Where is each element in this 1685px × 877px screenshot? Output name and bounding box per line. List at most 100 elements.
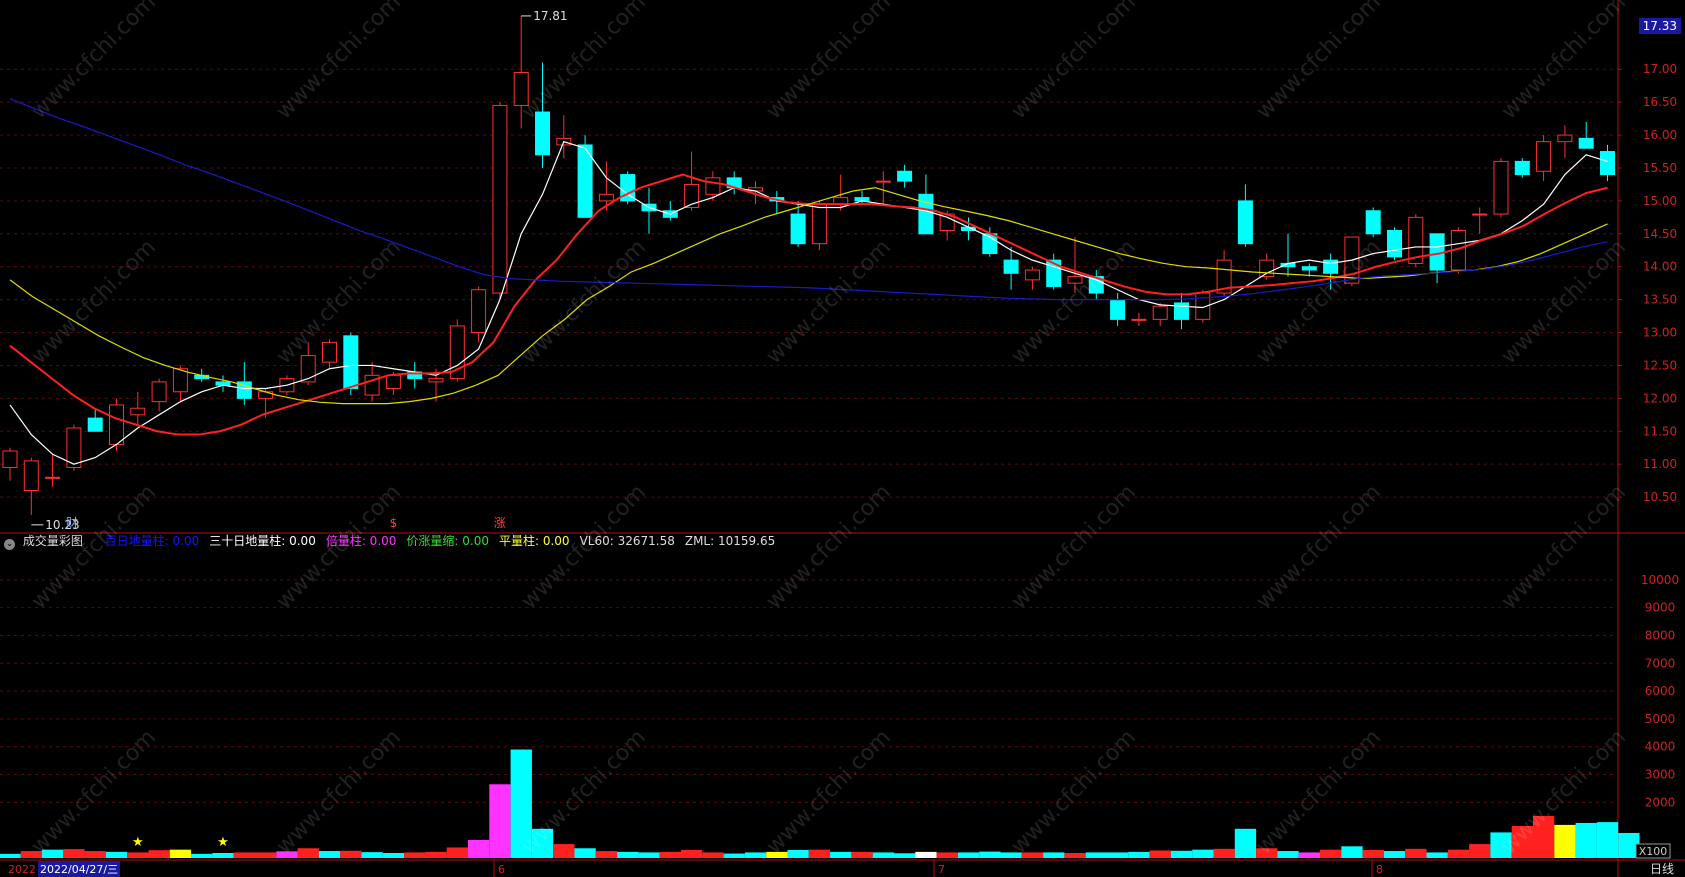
period-label: 日线	[1650, 862, 1674, 876]
volume-bar	[510, 749, 532, 858]
candle-body	[385, 374, 401, 389]
candle	[1536, 135, 1552, 182]
volume-bar	[638, 852, 660, 858]
candle	[1365, 207, 1381, 238]
candle	[130, 391, 146, 425]
volume-bar	[1490, 832, 1512, 858]
volume-tick-label: 4000	[1645, 740, 1676, 754]
volume-bar	[531, 828, 554, 858]
volume-bar	[212, 852, 234, 858]
volume-bar	[255, 852, 277, 858]
candle	[1046, 253, 1062, 290]
volume-bar	[105, 851, 128, 858]
candle	[875, 171, 891, 205]
month-label: 6	[498, 863, 505, 876]
volume-tick-label: 5000	[1645, 712, 1676, 726]
volume-bar	[1426, 852, 1448, 858]
candle-body	[322, 341, 337, 363]
candle-body	[1024, 269, 1040, 281]
volume-bar	[830, 851, 852, 858]
month-label: 7	[938, 863, 945, 876]
volume-bar	[744, 852, 767, 858]
volume-bar	[1256, 848, 1278, 858]
candle-body	[151, 381, 167, 403]
stock-chart[interactable]: 10.50 11.00 11.50 12.00 12.50 13.00 13.50 14.00…	[0, 0, 1685, 877]
current-date-tag: 2022/04/27/三	[38, 861, 121, 877]
candle	[897, 164, 913, 188]
candle-body	[130, 407, 146, 416]
candle	[1152, 302, 1168, 326]
candle	[535, 62, 550, 168]
indicator-1: 三十日地量柱: 0.00	[209, 534, 316, 548]
volume-bar	[1575, 822, 1597, 858]
volume-bar	[702, 852, 724, 858]
indicator-0: 百日地量柱: 0.00	[104, 534, 200, 548]
volume-bar	[979, 851, 1001, 858]
candle-body	[1003, 259, 1019, 274]
volume-bar	[1405, 848, 1427, 858]
candle-body	[790, 213, 806, 245]
volume-bar	[404, 852, 426, 858]
candle	[151, 378, 167, 412]
candle	[45, 454, 61, 488]
candle-body	[598, 193, 614, 202]
collapse-icon[interactable]: ⌄	[4, 539, 15, 550]
indicator-5: VL60: 32671.58	[579, 534, 675, 548]
volume-tick-label: 3000	[1645, 768, 1676, 782]
candle	[492, 102, 508, 300]
volume-bar	[1213, 848, 1235, 858]
candle	[1600, 144, 1615, 182]
event-marker: 财	[66, 516, 78, 530]
volume-bar	[1107, 852, 1129, 858]
candle-body	[1131, 318, 1147, 321]
volume-bar	[20, 851, 42, 858]
candle-body	[428, 378, 444, 383]
volume-bar	[468, 839, 490, 858]
candle	[1472, 207, 1488, 234]
star-marker: ★	[132, 835, 144, 850]
volume-bar	[1085, 852, 1107, 858]
volume-bar	[1511, 826, 1533, 858]
price-tick-label: 13.00	[1643, 326, 1677, 340]
candle	[684, 151, 700, 211]
volume-bar	[595, 851, 618, 858]
star-marker: ★	[217, 835, 229, 850]
volume-bar	[851, 851, 873, 858]
candle	[1237, 184, 1253, 247]
volume-bar	[0, 853, 21, 858]
volume-bar	[1277, 851, 1299, 858]
volume-bar	[1170, 850, 1193, 858]
candle	[620, 171, 636, 205]
volume-panel-title: 成交量彩图	[22, 534, 83, 548]
price-tick-label: 11.00	[1643, 457, 1677, 471]
volume-bar	[191, 853, 213, 858]
candle-body	[918, 193, 934, 235]
candle-body	[811, 203, 827, 245]
volume-bar	[617, 851, 639, 858]
volume-bar	[1383, 851, 1406, 858]
candle-body	[897, 170, 913, 182]
candle	[1514, 158, 1530, 178]
volume-bar	[340, 850, 362, 858]
volume-tick-label: 8000	[1645, 628, 1676, 642]
volume-bar	[808, 849, 831, 858]
candle	[109, 398, 124, 452]
price-tick-label: 16.50	[1643, 95, 1677, 109]
price-tick-label: 13.50	[1643, 293, 1677, 307]
candle-body	[87, 417, 103, 432]
candle-body	[1578, 137, 1594, 149]
volume-bar	[446, 847, 468, 858]
candle-body	[1301, 266, 1317, 271]
candle	[513, 15, 529, 129]
candle	[471, 286, 487, 343]
price-tick-label: 15.00	[1643, 194, 1677, 208]
volume-tick-label: 9000	[1645, 601, 1676, 615]
volume-bar	[276, 851, 298, 858]
candle	[407, 362, 423, 389]
volume-bar	[297, 848, 319, 858]
last-price-tag: 17.33	[1638, 18, 1681, 34]
candle	[1088, 270, 1104, 300]
volume-bar	[1447, 849, 1470, 858]
candle	[769, 191, 785, 215]
candle-body	[705, 177, 721, 195]
